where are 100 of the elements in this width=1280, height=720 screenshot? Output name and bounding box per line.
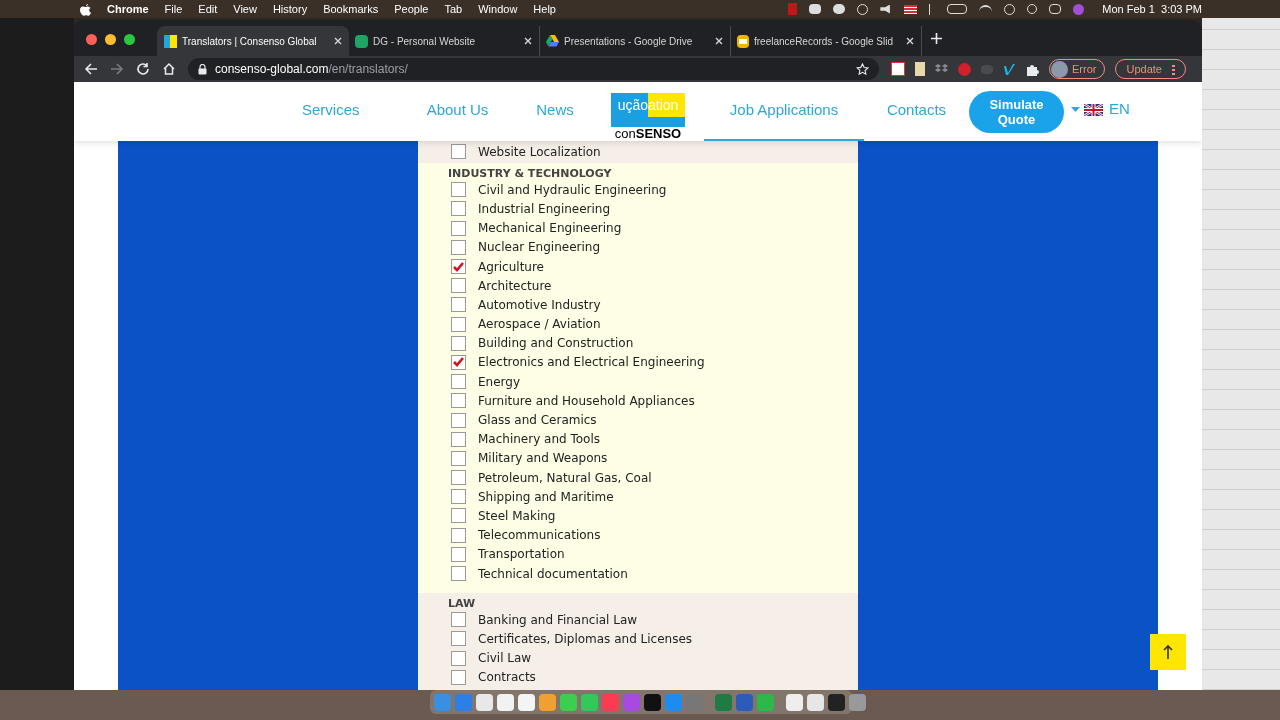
checkbox-label: Industrial Engineering [478,200,611,218]
checkbox-label: Civil Law [478,650,532,668]
puzzle-icon[interactable] [1026,62,1039,76]
checkbox[interactable] [451,470,466,486]
dock-app-icon[interactable] [560,693,577,711]
checkbox-label: Nuclear Engineering [478,239,600,257]
close-tab-icon[interactable] [524,37,532,45]
checkbox[interactable] [451,297,466,313]
checkbox[interactable] [451,412,466,428]
checkbox[interactable] [451,489,466,505]
home-icon[interactable] [162,62,176,76]
checkbox-label: Electronics and Electrical Engineering [478,354,705,372]
menu-bar-item[interactable]: Window [478,0,518,18]
checkbox[interactable] [451,612,466,628]
back-icon[interactable] [84,62,98,76]
minimize-window-button[interactable] [105,33,116,45]
up-arrow-icon [1163,644,1173,660]
checkbox-label: Banking and Financial Law [478,611,638,629]
dock-app-icon[interactable] [849,693,866,711]
section-heading: INDUSTRY & TECHNOLOGY [448,168,613,181]
drive-icon [546,35,559,47]
checkbox[interactable] [451,278,466,294]
checkbox[interactable] [451,631,466,647]
checkbox[interactable] [451,259,466,275]
caret-icon[interactable] [1071,106,1080,113]
checkbox[interactable] [451,201,466,217]
dock-app-icon[interactable] [497,693,514,711]
address-bar[interactable]: consenso-global.com/en/translators/ [188,58,879,80]
zoom-window-button[interactable] [124,33,135,45]
close-tab-icon[interactable] [906,37,914,45]
menu-bar-item[interactable]: File [164,0,183,18]
checkbox[interactable] [451,508,466,524]
menu-bar-item[interactable]: History [272,0,308,18]
dock-app-icon[interactable] [539,693,556,711]
checkbox-label: Machinery and Tools [478,431,601,449]
vimeo-icon[interactable] [1003,63,1016,75]
clock[interactable]: Mon Feb 1 3:03 PM [1102,0,1202,18]
checkbox-label: Steel Making [478,507,556,525]
checkbox[interactable] [451,431,466,447]
checkbox[interactable] [451,335,466,351]
new-tab-icon[interactable] [931,32,942,44]
checkbox[interactable] [451,316,466,332]
dock-app-icon[interactable] [828,693,845,711]
checkbox-label: Agriculture [478,258,544,276]
more-icon [1171,63,1175,75]
checkbox[interactable] [451,374,466,390]
menu-bar-item[interactable]: Tab [444,0,463,18]
checkbox[interactable] [451,527,466,543]
menu-bar-item[interactable]: Chrome [107,0,149,18]
checkbox-label: Telecommunications [478,527,601,545]
menu-bar-item[interactable]: Help [533,0,556,18]
menu-bar-item[interactable]: Edit [198,0,218,18]
checkbox-label: Shipping and Maritime [478,488,614,506]
checkbox-label: Energy [478,373,520,391]
dock-app-icon[interactable] [581,693,598,711]
url-text: consenso-global.com/en/translators/ [215,61,409,78]
checkbox-label: Technical documentation [478,565,628,583]
apple-icon[interactable] [80,2,91,16]
battery-icon[interactable] [947,4,968,14]
dock-app-icon[interactable] [644,693,661,711]
checkbox[interactable] [451,669,466,685]
flag-icon[interactable] [904,4,918,14]
menu-bar-item[interactable]: Bookmarks [323,0,379,18]
dock-app-icon[interactable] [476,693,493,711]
siri-icon[interactable] [1073,3,1085,15]
close-window-button[interactable] [86,33,97,45]
menu-bar-item[interactable]: People [394,0,429,18]
dock-app-icon[interactable] [807,693,824,711]
tab-title: freelanceRecords - Google Slid [754,34,894,49]
forward-icon[interactable] [110,62,124,76]
checkbox-label: Petroleum, Natural Gas, Coal [478,469,652,487]
scroll-to-top-button[interactable] [1150,634,1186,670]
extension-icon[interactable] [958,62,971,76]
checkbox[interactable] [451,354,466,370]
checkbox[interactable] [451,144,466,160]
browser-tab[interactable]: Translators | Consenso Global [157,26,349,56]
checkbox[interactable] [451,239,466,255]
checkbox-label: Civil and Hydraulic Engineering [478,181,667,199]
extension-icon[interactable] [891,62,905,76]
menu-bar-item[interactable]: View [233,0,257,18]
tab-title: Translators | Consenso Global [182,34,318,49]
dropbox-icon[interactable] [935,63,948,75]
close-tab-icon[interactable] [334,37,342,45]
checkbox[interactable] [451,546,466,562]
dock-app-icon[interactable] [518,693,535,711]
status-icon[interactable] [833,4,846,14]
close-tab-icon[interactable] [715,37,723,45]
checkbox[interactable] [451,393,466,409]
reload-icon[interactable] [136,62,150,76]
checkbox[interactable] [451,650,466,666]
status-icon[interactable] [809,4,822,14]
checkbox[interactable] [451,566,466,582]
checkbox-label: Certificates, Diplomas and Licenses [478,630,693,648]
bookmark-star-icon[interactable] [856,62,869,76]
checkbox-label: Glass and Ceramics [478,412,597,430]
checkbox[interactable] [451,450,466,466]
checkbox[interactable] [451,182,466,198]
dock-app-icon[interactable] [786,693,803,711]
checkbox[interactable] [451,220,466,236]
checkbox-label: Automotive Industry [478,296,601,314]
